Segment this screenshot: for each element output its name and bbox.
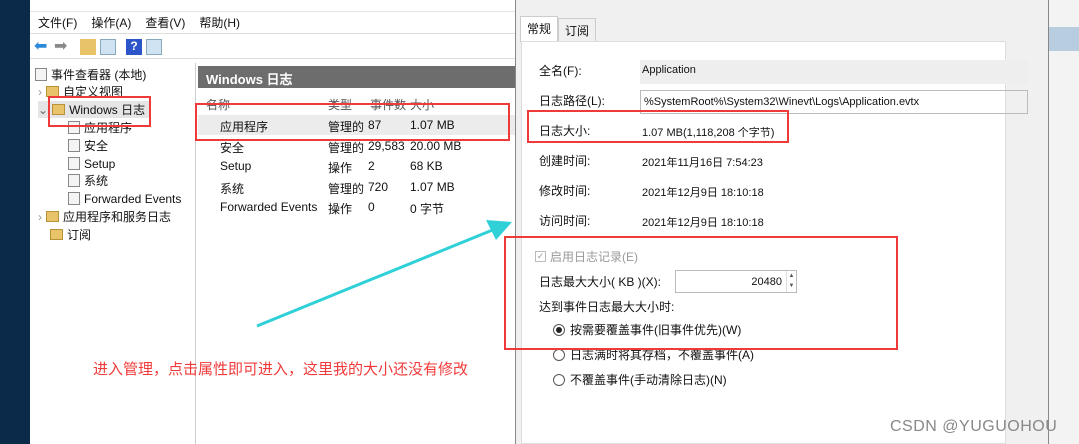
arrow-line bbox=[256, 227, 496, 328]
watermark: CSDN @YUGUOHOU bbox=[890, 418, 1058, 435]
annotation-text: 进入管理，点击属性即可进入，这里我的大小还没有修改 bbox=[93, 361, 469, 378]
